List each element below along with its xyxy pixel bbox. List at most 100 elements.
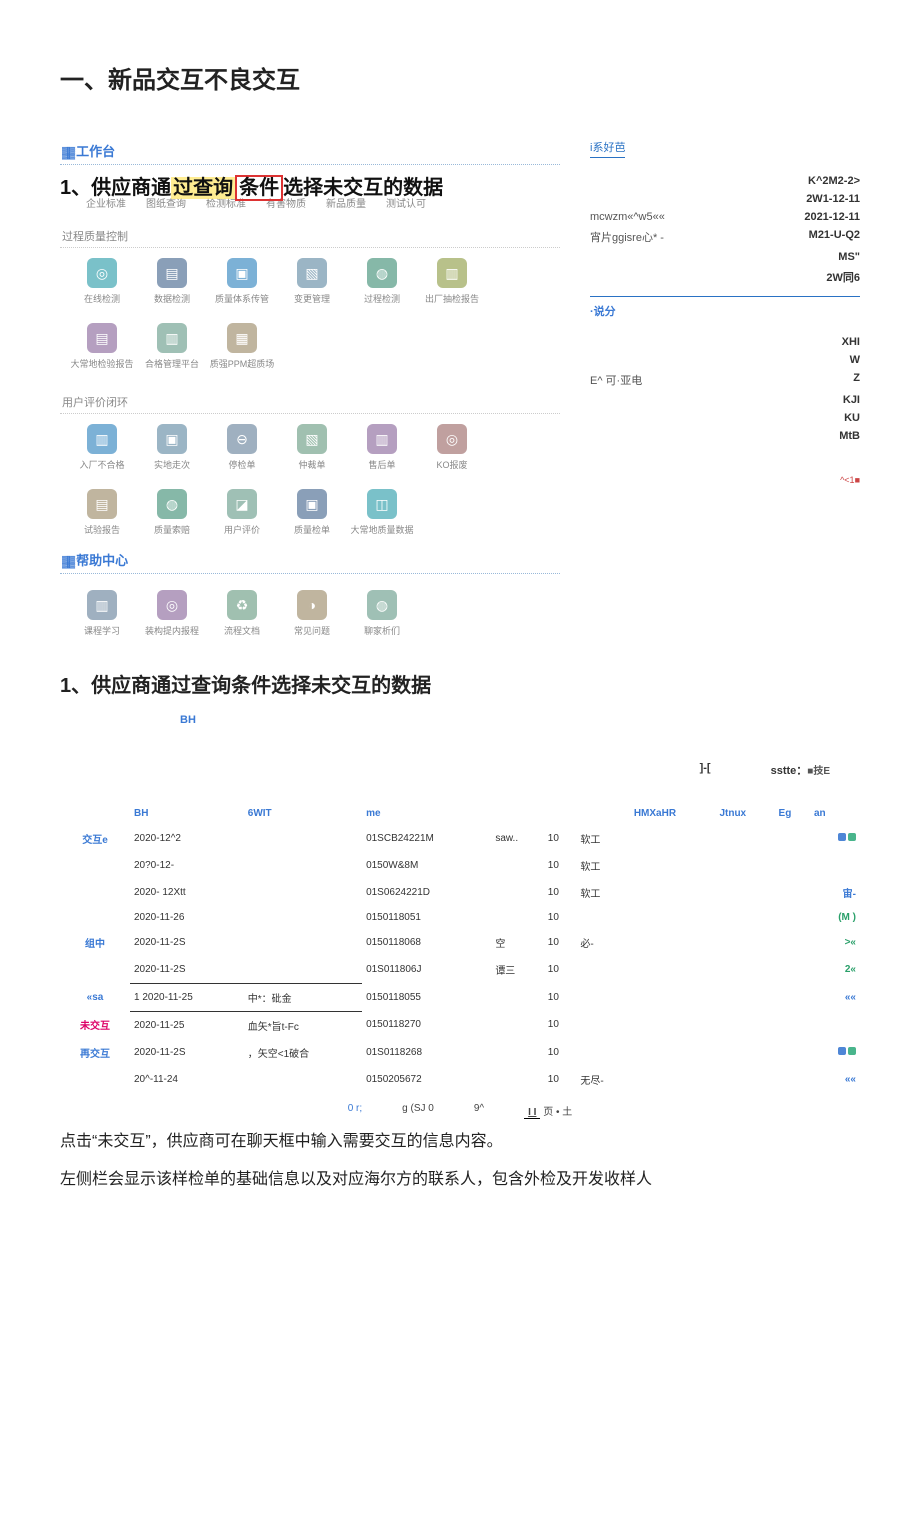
kv-value: XHI <box>842 336 860 348</box>
app-icon[interactable]: ▧变更管理 <box>288 258 336 305</box>
row-status[interactable] <box>60 906 130 929</box>
app-icon[interactable]: ▣质量体系传管 <box>218 258 266 305</box>
control-right-value: ■技E <box>807 766 830 777</box>
app-icon-glyph: ▤ <box>87 323 117 353</box>
kv-value: KJI <box>843 394 860 406</box>
subheading-repeat: 1、供应商通过查询条件选择未交互的数据 <box>60 669 860 698</box>
app-icon-glyph: ◎ <box>87 258 117 288</box>
app-icon[interactable]: ▥ 合格管理平台 <box>148 323 196 370</box>
app-icon-glyph: ▣ <box>227 258 257 288</box>
app-icon[interactable]: ◪用户评价 <box>218 489 266 536</box>
cell-c2: ，矢空<1破合 <box>244 1039 362 1066</box>
app-icon[interactable]: ▣实地走次 <box>148 424 196 471</box>
table-row[interactable]: 2020- 12Xtt01S0624221D10软工宙- <box>60 879 860 906</box>
app-icon[interactable]: ◍聊家析们 <box>358 590 406 637</box>
app-icon-glyph: ◎ <box>157 590 187 620</box>
row-status[interactable]: 未交互 <box>60 1011 130 1039</box>
cell-date: 20?0-12- <box>130 852 244 879</box>
app-icon[interactable]: ♻流程文档 <box>218 590 266 637</box>
app-icon[interactable]: ⊖停检单 <box>218 424 266 471</box>
col-header <box>576 802 629 825</box>
cell-badges <box>810 852 860 879</box>
app-icon[interactable]: ◫大常地质量数据 <box>358 489 406 536</box>
cell-c4 <box>576 906 629 929</box>
row-status[interactable] <box>60 852 130 879</box>
table-row[interactable]: 未交互2020-11-25血矢*旨t-Fc015011827010 <box>60 1011 860 1039</box>
app-icon-glyph: ▥ <box>157 323 187 353</box>
cell-c4: 无尽- <box>576 1066 629 1093</box>
row-status[interactable] <box>60 956 130 983</box>
app-icon[interactable]: ▤试验报告 <box>78 489 126 536</box>
kv-value: MtB <box>839 430 860 442</box>
kv-key: 宵片ggisre心* - <box>590 229 664 245</box>
app-icon[interactable]: ▤数据检测 <box>148 258 196 305</box>
table-row[interactable]: 再交互2020-11-2S，矢空<1破合01S011826810 <box>60 1039 860 1066</box>
app-icon-label: 常见问题 <box>294 624 330 637</box>
cell-qty: 10 <box>544 1011 577 1039</box>
cell-c2 <box>244 956 362 983</box>
app-icon-label: 合格管理平台 <box>145 357 199 370</box>
pager[interactable]: 0 r; g (SJ 0 9^ I I 页 • 土 <box>60 1103 860 1118</box>
app-icon[interactable]: ◍过程检测 <box>358 258 406 305</box>
table-row[interactable]: 交互e2020-12^201SCB24221Msaw..10软工 <box>60 825 860 852</box>
app-icon[interactable]: ◎在线检测 <box>78 258 126 305</box>
app-icon[interactable]: ◎KO报废 <box>428 424 476 471</box>
app-icon-label: 聊家析们 <box>364 624 400 637</box>
row-status[interactable]: «sa <box>60 983 130 1011</box>
app-icon[interactable]: ▤大常地检验报告 <box>78 323 126 370</box>
app-icon-label: 出厂抽检报告 <box>425 292 479 305</box>
row-status[interactable] <box>60 879 130 906</box>
app-icon[interactable]: ▥入厂不合格 <box>78 424 126 471</box>
col-header <box>491 802 543 825</box>
kv-key: mcwzm«^w5«« <box>590 211 665 223</box>
kv-value: Z <box>853 372 860 388</box>
app-icon[interactable]: ▥售后单 <box>358 424 406 471</box>
app-icon[interactable]: ◑常见问题 <box>288 590 336 637</box>
app-icon-glyph: ▤ <box>157 258 187 288</box>
app-icon[interactable]: ▥课程学习 <box>78 590 126 637</box>
app-icon-label: 流程文档 <box>224 624 260 637</box>
app-icon[interactable]: ◍质量索赔 <box>148 489 196 536</box>
cell-qty: 10 <box>544 929 577 956</box>
section-user-feedback: 用户评价闭环 <box>60 388 560 414</box>
table-row[interactable]: «sa1 2020-11-25中*：砒金015011805510«« <box>60 983 860 1011</box>
row-status[interactable] <box>60 1066 130 1093</box>
table-row[interactable]: 2020-11-26015011805110(M ) <box>60 906 860 929</box>
app-icon-label: 大常地质量数据 <box>351 523 414 536</box>
app-icon[interactable]: ▥ 出厂抽检报告 <box>428 258 476 305</box>
table-row[interactable]: 组中2020-11-2S0150118068空10必->« <box>60 929 860 956</box>
app-icon-glyph: ▦ <box>227 323 257 353</box>
cell-badges: «« <box>810 1066 860 1093</box>
app-icon[interactable]: ▧仲裁单 <box>288 424 336 471</box>
app-icon-glyph: ⊖ <box>227 424 257 454</box>
kv-value: MS" <box>838 251 860 263</box>
cell-date: 2020-11-2S <box>130 929 244 956</box>
cell-c3 <box>491 852 543 879</box>
row-status[interactable]: 再交互 <box>60 1039 130 1066</box>
app-icon-glyph: ▥ <box>437 258 467 288</box>
table-row[interactable]: 20?0-12-0150W&8M10软工 <box>60 852 860 879</box>
cell-date: 2020-11-26 <box>130 906 244 929</box>
table-row[interactable]: 20^-11-24015020567210无尽-«« <box>60 1066 860 1093</box>
cell-date: 2020- 12Xtt <box>130 879 244 906</box>
app-icon[interactable]: ◎ 装构提内报程 <box>148 590 196 637</box>
screenshot-workbench: 工作台 1、供应商通过查询条件选择未交互的数据 企业标准 图纸查询 检测标准 有… <box>60 135 860 645</box>
cell-qty: 10 <box>544 1066 577 1093</box>
app-icon-glyph: ▥ <box>87 424 117 454</box>
cell-c2 <box>244 1066 362 1093</box>
cell-c4 <box>576 983 629 1011</box>
screenshot-datagrid: BH ]-[ sstte：■技E BH6WITmeHMXaHRJtnuxEgan… <box>60 714 860 1118</box>
row-status[interactable]: 组中 <box>60 929 130 956</box>
app-icon[interactable]: ▦质强PPM超质场 <box>218 323 266 370</box>
cell-c3 <box>491 1066 543 1093</box>
cell-c3: saw.. <box>491 825 543 852</box>
app-icon-label: 装构提内报程 <box>145 624 199 637</box>
app-icon[interactable]: ▣质量检单 <box>288 489 336 536</box>
cell-badges: 2« <box>810 956 860 983</box>
cell-c4: 软工 <box>576 879 629 906</box>
app-icon-glyph: ▥ <box>367 424 397 454</box>
control-left[interactable]: ]-[ <box>700 762 711 778</box>
table-row[interactable]: 2020-11-2S01S011806J谭三102« <box>60 956 860 983</box>
cell-code: 01S0624221D <box>362 879 491 906</box>
row-status[interactable]: 交互e <box>60 825 130 852</box>
